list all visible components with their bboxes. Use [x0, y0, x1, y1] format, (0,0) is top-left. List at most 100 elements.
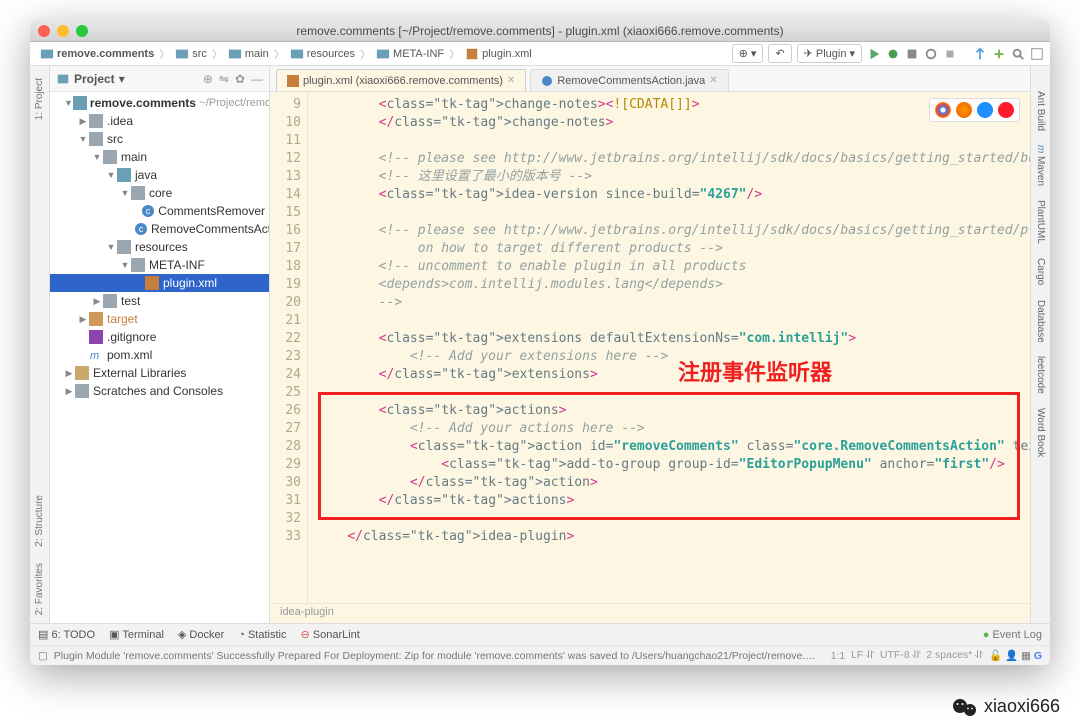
- ant-tool-button[interactable]: Ant Build: [1035, 91, 1046, 131]
- wordbook-tool-button[interactable]: Word Book: [1035, 408, 1046, 457]
- search-icon[interactable]: [1011, 47, 1025, 61]
- wechat-icon: [952, 697, 978, 717]
- tab-remove-action[interactable]: RemoveCommentsAction.java✕: [530, 69, 728, 91]
- tree-main[interactable]: ▼main: [50, 148, 269, 166]
- project-icon: [56, 72, 70, 86]
- tree-scratches[interactable]: ▶Scratches and Consoles: [50, 382, 269, 400]
- right-tool-strip: Ant Build mMaven PlantUML Cargo Database…: [1030, 66, 1050, 623]
- leetcode-tool-button[interactable]: leetcode: [1035, 356, 1046, 394]
- tree-external-libs[interactable]: ▶External Libraries: [50, 364, 269, 382]
- structure-tool-button[interactable]: 2: Structure: [34, 495, 45, 547]
- svg-text:c: c: [139, 224, 144, 234]
- safari-icon[interactable]: [977, 102, 993, 118]
- annotation-label: 注册事件监听器: [678, 364, 832, 382]
- run-icon[interactable]: [867, 47, 881, 61]
- event-log-button[interactable]: ● Event Log: [983, 629, 1042, 641]
- tree-java[interactable]: ▼java: [50, 166, 269, 184]
- add-config-button[interactable]: ⊕ ▾: [732, 44, 764, 63]
- tree-pom[interactable]: mpom.xml: [50, 346, 269, 364]
- project-sidebar: Project ▾ ⊕ ⇋ ✿ — ▼remove.comments ~/Pro…: [50, 66, 270, 623]
- close-icon[interactable]: ✕: [507, 75, 515, 86]
- close-window-icon[interactable]: [38, 25, 50, 37]
- firefox-icon[interactable]: [956, 102, 972, 118]
- coverage-icon[interactable]: [905, 47, 919, 61]
- mem-icon[interactable]: ▦: [1021, 650, 1031, 662]
- scroll-from-source-icon[interactable]: ⊕: [203, 72, 213, 86]
- svg-text:m: m: [90, 350, 99, 362]
- chrome-icon[interactable]: [935, 102, 951, 118]
- titlebar: remove.comments [~/Project/remove.commen…: [30, 20, 1050, 42]
- lock-icon[interactable]: 🔓: [989, 649, 1002, 662]
- tree-core[interactable]: ▼core: [50, 184, 269, 202]
- tree-resources[interactable]: ▼resources: [50, 238, 269, 256]
- watermark: xiaoxi666: [952, 696, 1060, 717]
- browser-preview-bar[interactable]: [929, 98, 1020, 122]
- terminal-tool-button[interactable]: ▣ Terminal: [109, 628, 164, 641]
- close-icon[interactable]: ✕: [709, 75, 717, 86]
- breadcrumb[interactable]: plugin.xml: [461, 47, 536, 61]
- vcs-commit-icon[interactable]: [992, 47, 1006, 61]
- minimize-window-icon[interactable]: [57, 25, 69, 37]
- plantuml-tool-button[interactable]: PlantUML: [1035, 200, 1046, 244]
- breadcrumb[interactable]: META-INF: [372, 47, 448, 61]
- tree-plugin-xml[interactable]: plugin.xml: [50, 274, 269, 292]
- tree-idea[interactable]: ▶.idea: [50, 112, 269, 130]
- inspect-icon[interactable]: 👤: [1005, 649, 1018, 662]
- database-tool-button[interactable]: Database: [1035, 300, 1046, 343]
- breadcrumb[interactable]: resources: [286, 47, 359, 61]
- navigation-bar: remove.comments〉 src〉 main〉 resources〉 M…: [30, 42, 1050, 66]
- code-lines[interactable]: <class="tk-tag">change-notes><![CDATA[]]…: [308, 92, 1030, 603]
- tree-root[interactable]: ▼remove.comments ~/Project/remove.co: [50, 94, 269, 112]
- hide-icon[interactable]: —: [251, 72, 263, 86]
- gear-icon[interactable]: ✿: [235, 72, 245, 86]
- window-title: remove.comments [~/Project/remove.commen…: [30, 24, 1050, 38]
- editor-area: plugin.xml (xiaoxi666.remove.comments)✕ …: [270, 66, 1030, 623]
- settings-icon[interactable]: [1030, 47, 1044, 61]
- zoom-window-icon[interactable]: [76, 25, 88, 37]
- g-icon[interactable]: G: [1034, 650, 1042, 662]
- stop-icon[interactable]: [943, 47, 957, 61]
- favorites-tool-button[interactable]: 2: Favorites: [34, 563, 45, 615]
- line-separator[interactable]: LF ⥯: [851, 649, 874, 662]
- project-tool-button[interactable]: 1: Project: [34, 78, 45, 120]
- vcs-update-icon[interactable]: [973, 47, 987, 61]
- tab-plugin-xml[interactable]: plugin.xml (xiaoxi666.remove.comments)✕: [276, 69, 526, 91]
- run-config-dropdown[interactable]: ✈ Plugin ▾: [797, 44, 862, 63]
- docker-tool-button[interactable]: ◈ Docker: [178, 628, 224, 641]
- todo-tool-button[interactable]: ▤ 6: TODO: [38, 628, 95, 641]
- breadcrumb[interactable]: src: [171, 47, 211, 61]
- statistic-tool-button[interactable]: ◔ Statistic: [238, 629, 286, 641]
- opera-icon[interactable]: [998, 102, 1014, 118]
- encoding[interactable]: UTF-8 ⥯: [880, 649, 921, 662]
- highlight-box: [318, 392, 1020, 520]
- debug-icon[interactable]: [886, 47, 900, 61]
- sidebar-header: Project ▾ ⊕ ⇋ ✿ —: [50, 66, 269, 92]
- tree-class[interactable]: cRemoveCommentsAction: [50, 220, 269, 238]
- ide-window: remove.comments [~/Project/remove.commen…: [30, 20, 1050, 665]
- breadcrumb[interactable]: main: [224, 47, 273, 61]
- tree-metainf[interactable]: ▼META-INF: [50, 256, 269, 274]
- cargo-tool-button[interactable]: Cargo: [1035, 258, 1046, 285]
- status-bar: ▢ Plugin Module 'remove.comments' Succes…: [30, 645, 1050, 665]
- tree-gitignore[interactable]: .gitignore: [50, 328, 269, 346]
- project-tree[interactable]: ▼remove.comments ~/Project/remove.co ▶.i…: [50, 92, 269, 623]
- profile-icon[interactable]: [924, 47, 938, 61]
- tree-src[interactable]: ▼src: [50, 130, 269, 148]
- svg-text:c: c: [146, 206, 151, 216]
- code-editor[interactable]: 9101112131415161718192021222324252627282…: [270, 92, 1030, 603]
- maven-tool-button[interactable]: mMaven: [1035, 145, 1046, 186]
- tree-class[interactable]: cCommentsRemover: [50, 202, 269, 220]
- editor-tabs: plugin.xml (xiaoxi666.remove.comments)✕ …: [270, 66, 1030, 92]
- back-button[interactable]: ↶: [768, 44, 791, 63]
- editor-breadcrumb[interactable]: idea-plugin: [270, 603, 1030, 623]
- collapse-all-icon[interactable]: ⇋: [219, 72, 229, 86]
- line-gutter: 9101112131415161718192021222324252627282…: [270, 92, 308, 603]
- sonarlint-tool-button[interactable]: ⊖ SonarLint: [300, 628, 359, 641]
- tree-test[interactable]: ▶test: [50, 292, 269, 310]
- tree-target[interactable]: ▶target: [50, 310, 269, 328]
- indent[interactable]: 2 spaces* ⥯: [926, 649, 983, 662]
- caret-position[interactable]: 1:1: [831, 650, 846, 662]
- breadcrumb[interactable]: remove.comments: [36, 47, 158, 61]
- status-message: Plugin Module 'remove.comments' Successf…: [54, 650, 821, 662]
- toggle-tools-icon[interactable]: ▢: [38, 650, 48, 662]
